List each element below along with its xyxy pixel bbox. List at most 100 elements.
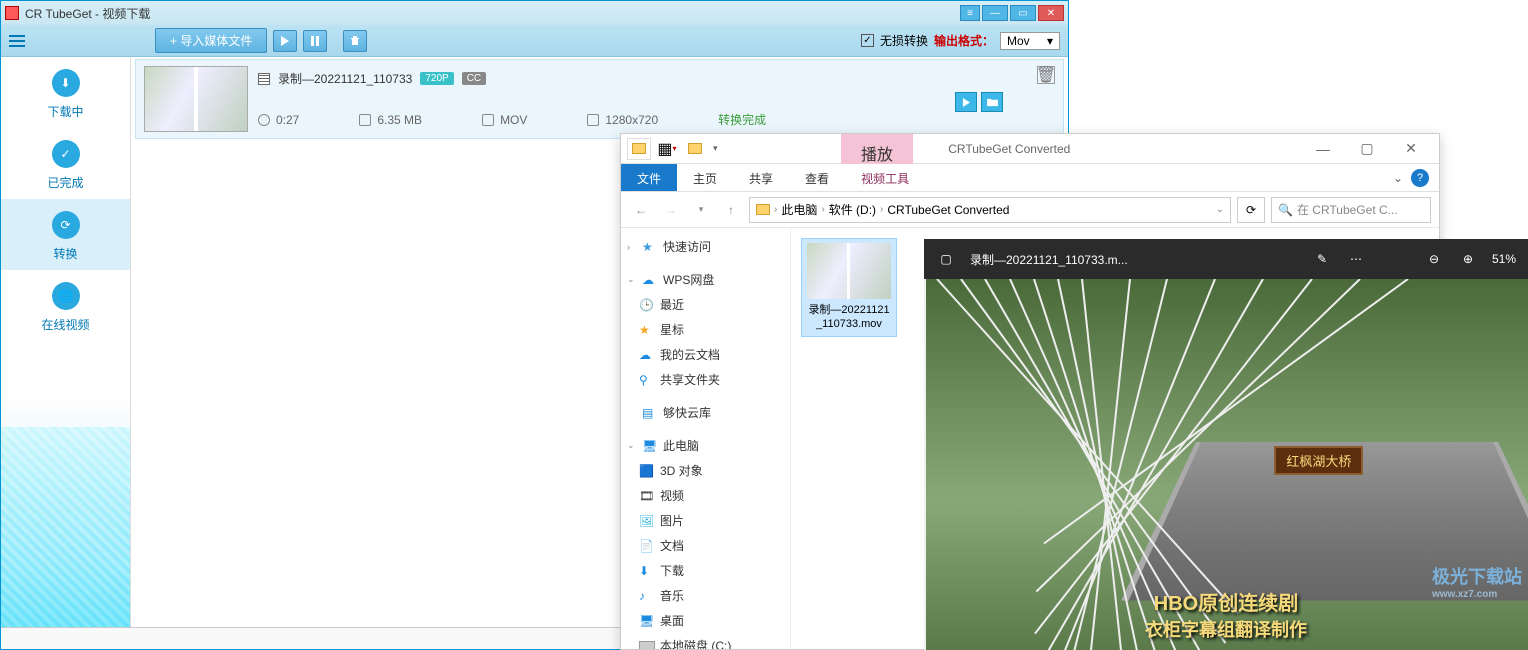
subtitle-line2: 衣柜字幕组翻译制作 [924,616,1528,642]
app-toolbar: + 导入媒体文件 ✓ 无损转换 输出格式： Mov ▾ [1,25,1068,57]
refresh-button[interactable]: ⟳ [1237,197,1265,223]
bridge-sign: 红枫湖大桥 [1274,446,1363,475]
nav-up[interactable]: ↑ [719,198,743,222]
sidebar-item-downloading[interactable]: ⬇ 下载中 [1,57,130,128]
item-thumbnail [144,66,248,132]
tree-pc[interactable]: ⌄🖥此电脑 [625,433,786,458]
address-bar[interactable]: › 此电脑 › 软件 (D:) › CRTubeGet Converted ⌄ [749,197,1231,223]
explorer-qat: ▦▾ ▾ CRTubeGet Converted — ▢ ✕ [621,134,1439,164]
tree-music[interactable]: ♪音乐 [625,583,786,608]
custom-button[interactable]: ≡ [960,5,980,21]
app-sidebar: ⬇ 下载中 ✓ 已完成 ⟳ 转换 🌐 在线视频 [1,57,131,627]
sidebar-item-completed[interactable]: ✓ 已完成 [1,128,130,199]
zoom-in-icon[interactable]: ⊕ [1458,249,1478,269]
watermark: 极光下载站www.xz7.com [1432,563,1522,600]
file-thumbnail [807,243,891,299]
output-format-select[interactable]: Mov ▾ [1000,32,1060,50]
tree-dl[interactable]: ⬇下载 [625,558,786,583]
exp-maximize[interactable]: ▢ [1345,135,1389,163]
qat-new-icon[interactable] [683,138,707,160]
help-icon[interactable]: ? [1411,169,1429,187]
check-icon: ✓ [52,140,80,168]
app-titlebar[interactable]: CR TubeGet - 视频下载 ≡ — ▭ ✕ [1,1,1068,25]
app-icon [5,6,19,20]
tree-wps[interactable]: ⌄☁WPS网盘 [625,267,786,292]
explorer-title: CRTubeGet Converted [948,142,1070,156]
exp-close[interactable]: ✕ [1389,135,1433,163]
addr-pc[interactable]: 此电脑 [781,201,817,218]
ribbon-chevron-icon[interactable]: ⌄ [1393,171,1403,185]
convert-icon: ⟳ [52,211,80,239]
tree-shared[interactable]: ⚲共享文件夹 [625,367,786,392]
tab-share[interactable]: 共享 [733,164,789,191]
explorer-navbar: ← → ▾ ↑ › 此电脑 › 软件 (D:) › CRTubeGet Conv… [621,192,1439,228]
play-button[interactable] [273,30,297,52]
tree-docs[interactable]: 📄文档 [625,533,786,558]
qat-chevron-icon[interactable]: ▾ [713,143,718,154]
water-decoration [1,427,130,627]
addr-folder[interactable]: CRTubeGet Converted [887,203,1009,217]
file-name: 录制—20221121_110733.mov [806,303,892,332]
output-format-label: 输出格式： [934,32,994,49]
nav-recent-chevron[interactable]: ▾ [689,198,713,222]
clock-icon [258,114,270,126]
lossless-checkbox[interactable]: ✓ [861,34,874,47]
player-toolbar: ▢ 录制—20221121_110733.m... ✎ ⋯ ⊖ ⊕ 51% [924,239,1528,279]
tree-gx[interactable]: ▤够快云库 [625,400,786,425]
tree-pics[interactable]: 🖼图片 [625,508,786,533]
qat-props-icon[interactable]: ▦▾ [655,138,679,160]
lossless-label: 无损转换 [880,32,928,49]
sidebar-item-convert[interactable]: ⟳ 转换 [1,199,130,270]
tree-mycloud[interactable]: ☁我的云文档 [625,342,786,367]
app-title: CR TubeGet - 视频下载 [25,5,960,22]
delete-button[interactable] [343,30,367,52]
search-icon: 🔍 [1278,203,1293,217]
tree-3d[interactable]: 🟦3D 对象 [625,458,786,483]
maximize-button[interactable]: ▭ [1010,5,1036,21]
chevron-down-icon: ▾ [1047,34,1053,48]
explorer-tree[interactable]: ›★快速访问 ⌄☁WPS网盘 🕒最近 ★星标 ☁我的云文档 ⚲共享文件夹 ▤够快… [621,228,791,649]
tab-file[interactable]: 文件 [621,164,677,191]
qat-folder-icon[interactable] [627,138,651,160]
zoom-out-icon[interactable]: ⊖ [1424,249,1444,269]
row-play-button[interactable] [955,92,977,112]
player-edit-icon[interactable]: ✎ [1312,249,1332,269]
close-button[interactable]: ✕ [1038,5,1064,21]
row-delete-icon[interactable]: 🗑 [1037,66,1055,84]
video-frame[interactable]: 红枫湖大桥 HBO原创连续剧 衣柜字幕组翻译制作 极光下载站www.xz7.co… [924,279,1528,650]
player-image-icon[interactable]: ▢ [936,249,956,269]
row-folder-button[interactable] [981,92,1003,112]
tree-video[interactable]: 🎞视频 [625,483,786,508]
nav-back[interactable]: ← [629,198,653,222]
tree-star[interactable]: ★星标 [625,317,786,342]
exp-minimize[interactable]: — [1301,135,1345,163]
search-input[interactable]: 🔍 在 CRTubeGet C... [1271,197,1431,223]
minimize-button[interactable]: — [982,5,1008,21]
video-player-window: ▢ 录制—20221121_110733.m... ✎ ⋯ ⊖ ⊕ 51% 红枫… [924,239,1528,650]
media-item-row[interactable]: 🗑 录制—20221121_110733 720P CC 0:27 6.35 M… [135,59,1064,139]
tab-view[interactable]: 查看 [789,164,845,191]
item-name: 录制—20221121_110733 [278,70,412,87]
tree-recent[interactable]: 🕒最近 [625,292,786,317]
menu-icon[interactable] [9,35,25,47]
badge-cc: CC [462,72,486,85]
badge-720p: 720P [420,72,453,85]
sidebar-item-online[interactable]: 🌐 在线视频 [1,270,130,341]
nav-fwd[interactable]: → [659,198,683,222]
context-tab-play[interactable]: 播放 [841,134,913,164]
zoom-level: 51% [1492,252,1516,266]
player-title: 录制—20221121_110733.m... [970,251,1298,268]
tree-desk[interactable]: 🖥桌面 [625,608,786,633]
file-item[interactable]: 录制—20221121_110733.mov [801,238,897,337]
tree-quick-access[interactable]: ›★快速访问 [625,234,786,259]
pause-button[interactable] [303,30,327,52]
import-media-button[interactable]: + 导入媒体文件 [155,28,267,53]
addr-drive[interactable]: 软件 (D:) [829,201,876,218]
tab-home[interactable]: 主页 [677,164,733,191]
tree-disk-c[interactable]: 本地磁盘 (C:) [625,633,786,649]
addr-folder-icon [756,204,770,215]
tab-videotools[interactable]: 视频工具 [845,164,925,191]
globe-icon: 🌐 [52,282,80,310]
addr-dropdown-icon[interactable]: ⌄ [1216,204,1224,215]
player-more-icon[interactable]: ⋯ [1346,249,1366,269]
